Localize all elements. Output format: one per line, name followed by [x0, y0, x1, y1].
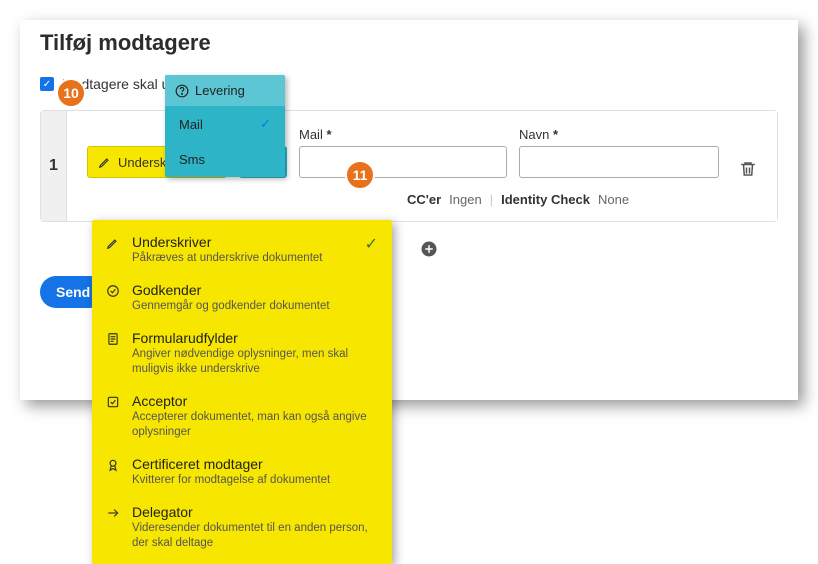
cc-label: CC'er	[407, 192, 441, 207]
delete-recipient-button[interactable]	[739, 160, 757, 178]
role-option-acceptor[interactable]: AcceptorAccepterer dokumentet, man kan o…	[92, 385, 392, 448]
check-circle-icon	[106, 282, 122, 298]
sign-order-checkbox[interactable]: ✓	[40, 77, 54, 91]
delivery-option-mail[interactable]: Mail	[165, 106, 285, 142]
form-icon	[106, 330, 122, 346]
navn-label: Navn *	[519, 127, 719, 142]
page-title: Tilføj modtagere	[40, 30, 778, 56]
mail-input[interactable]	[299, 146, 507, 178]
add-recipient-button[interactable]	[420, 240, 778, 258]
role-option-delegator[interactable]: DelegatorVideresender dokumentet til en …	[92, 496, 392, 559]
delivery-popup: Levering Mail Sms	[165, 75, 285, 177]
arrow-right-icon	[106, 504, 122, 520]
help-icon	[175, 84, 189, 98]
navn-input[interactable]	[519, 146, 719, 178]
recipient-index: 1	[41, 111, 67, 221]
delivery-option-sms[interactable]: Sms	[165, 142, 285, 177]
step-badge-10: 10	[56, 78, 86, 108]
pen-icon	[106, 234, 122, 250]
step-badge-11: 11	[345, 160, 375, 190]
mail-label: Mail *	[299, 127, 507, 142]
identity-value: None	[598, 192, 629, 207]
certificate-icon	[106, 456, 122, 472]
cc-value: Ingen	[449, 192, 482, 207]
accept-icon	[106, 393, 122, 409]
identity-label: Identity Check	[501, 192, 590, 207]
role-option-certificeret[interactable]: Certificeret modtagerKvitterer for modta…	[92, 448, 392, 496]
role-option-formularudfylder[interactable]: FormularudfylderAngiver nødvendige oplys…	[92, 322, 392, 385]
role-popup: UnderskriverPåkræves at underskrive doku…	[92, 220, 392, 564]
delivery-popup-header: Levering	[165, 75, 285, 106]
check-icon: ✓	[365, 234, 378, 254]
role-option-underskriver[interactable]: UnderskriverPåkræves at underskrive doku…	[92, 226, 392, 274]
role-option-godkender[interactable]: GodkenderGennemgår og godkender dokument…	[92, 274, 392, 322]
recipient-row: 1 Underskriver	[40, 110, 778, 222]
pen-icon	[98, 155, 112, 169]
